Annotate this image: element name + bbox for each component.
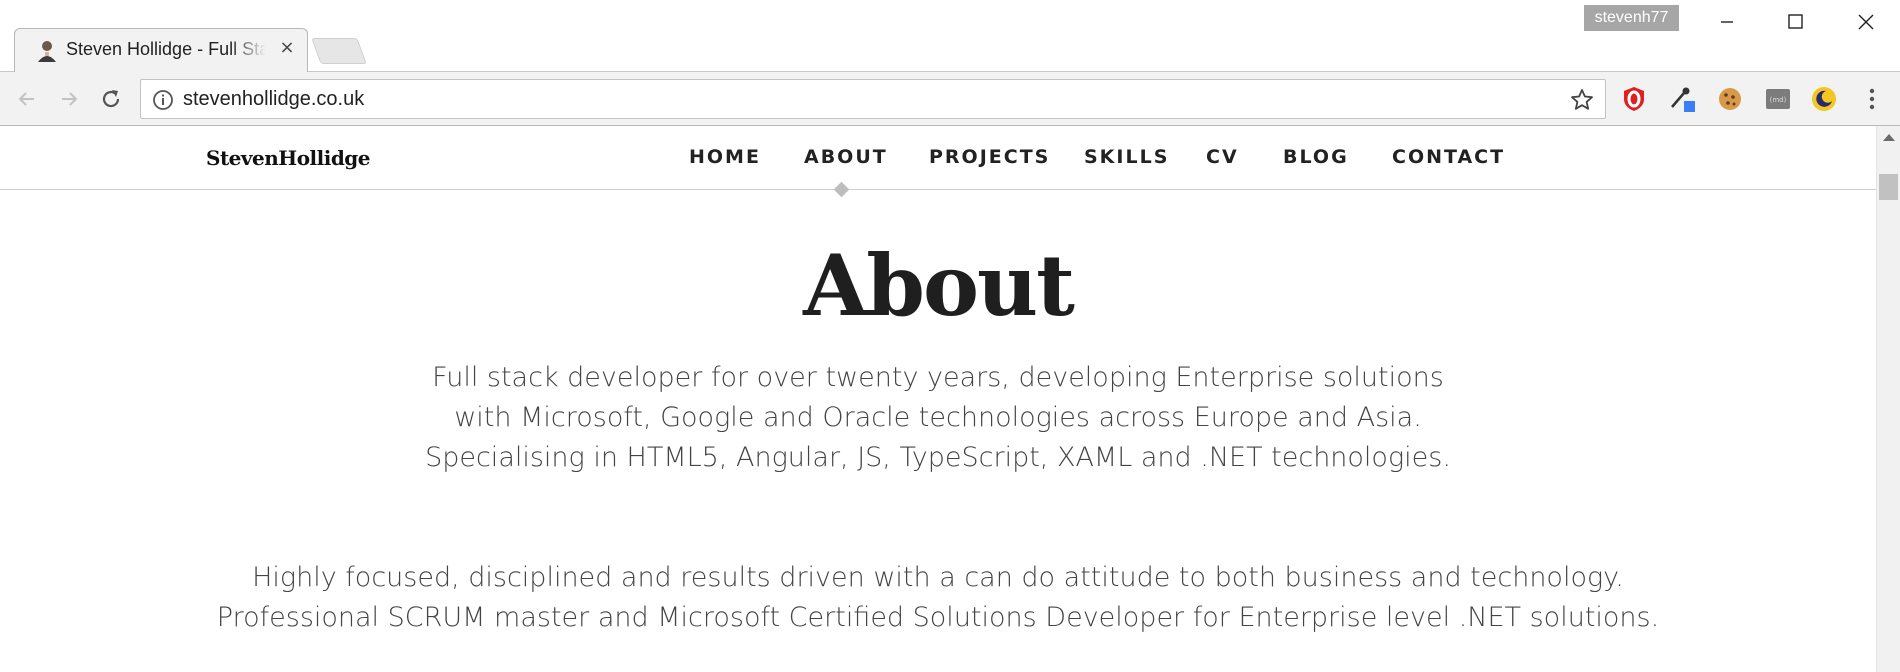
about-summary-line: Highly focused, disciplined and results … [252, 562, 1624, 593]
profile-badge[interactable]: stevenh77 [1584, 5, 1679, 31]
info-icon[interactable] [151, 88, 175, 112]
opera-vpn-icon[interactable] [1620, 85, 1648, 113]
nav-about[interactable]: ABOUT [804, 146, 888, 168]
browser-titlebar: Steven Hollidge - Full Stack Developer ×… [0, 0, 1900, 73]
address-bar[interactable]: stevenhollidge.co.uk [140, 79, 1606, 119]
about-summary-paragraph: Highly focused, disciplined and results … [0, 558, 1876, 638]
window-close-icon[interactable] [1830, 0, 1900, 44]
back-arrow-icon[interactable] [14, 86, 40, 112]
page-scrollbar[interactable] [1876, 126, 1900, 672]
dark-mode-icon[interactable] [1810, 85, 1838, 113]
nav-home[interactable]: HOME [689, 146, 761, 168]
maximize-icon[interactable] [1760, 0, 1830, 44]
nav-blog[interactable]: BLOG [1283, 146, 1349, 168]
forward-arrow-icon[interactable] [56, 86, 82, 112]
active-nav-marker [833, 181, 850, 198]
page-viewport: StevenHollidge HOME ABOUT PROJECTS SKILL… [0, 126, 1876, 672]
site-navbar: StevenHollidge HOME ABOUT PROJECTS SKILL… [0, 126, 1876, 198]
url-text[interactable]: stevenhollidge.co.uk [183, 88, 364, 111]
markdown-icon[interactable]: (md) [1764, 85, 1792, 113]
nav-contact[interactable]: CONTACT [1392, 146, 1505, 168]
site-logo[interactable]: StevenHollidge [206, 146, 371, 170]
new-tab-button[interactable] [311, 38, 367, 64]
eyedropper-icon[interactable] [1668, 85, 1696, 113]
about-intro-line: Full stack developer for over twenty yea… [432, 362, 1444, 393]
about-intro-paragraph: Full stack developer for over twenty yea… [0, 358, 1876, 478]
nav-skills[interactable]: SKILLS [1084, 146, 1169, 168]
about-intro-line: Specialising in HTML5, Angular, JS, Type… [425, 442, 1451, 473]
nav-projects[interactable]: PROJECTS [929, 146, 1050, 168]
about-intro-line: with Microsoft, Google and Oracle techno… [454, 402, 1422, 433]
reload-icon[interactable] [98, 86, 124, 112]
tab-title: Steven Hollidge - Full Stack Developer [66, 39, 266, 59]
bookmark-star-icon[interactable] [1569, 87, 1595, 113]
cookie-icon[interactable] [1716, 85, 1744, 113]
menu-dots-icon[interactable] [1862, 85, 1882, 113]
page-title: About [803, 236, 1075, 335]
browser-toolbar: stevenhollidge.co.uk (md) [0, 72, 1900, 126]
tab-close-icon[interactable]: × [276, 37, 298, 59]
nav-cv[interactable]: CV [1206, 146, 1239, 168]
svg-text:(md): (md) [1770, 96, 1787, 104]
minimize-icon[interactable] [1692, 0, 1762, 44]
about-summary-line: Professional SCRUM master and Microsoft … [216, 602, 1660, 633]
avatar-favicon-icon [36, 38, 58, 62]
scroll-thumb[interactable] [1879, 174, 1898, 200]
scroll-up-arrow-icon[interactable] [1883, 134, 1895, 141]
